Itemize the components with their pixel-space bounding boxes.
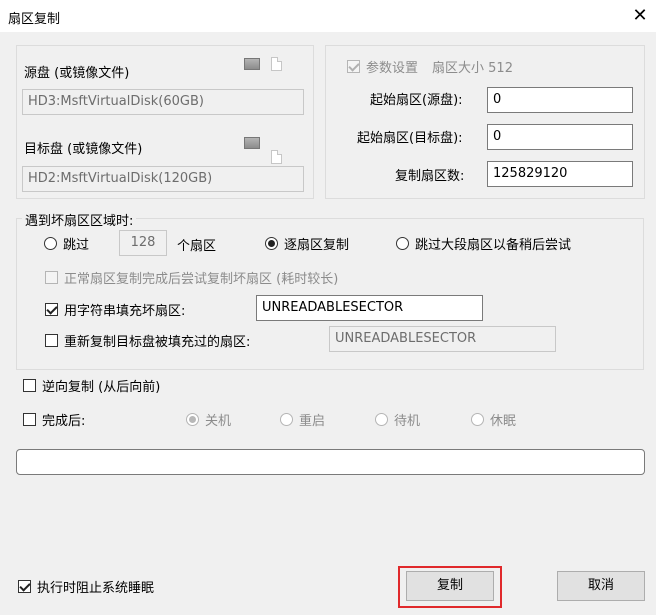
params-checkbox-row[interactable]: 参数设置 扇区大小 512	[347, 57, 513, 76]
skip-large-radio[interactable]	[396, 237, 409, 250]
recopy-label: 重新复制目标盘被填充过的扇区:	[64, 335, 251, 350]
skip-unit-label: 个扇区	[177, 239, 217, 254]
fill-input[interactable]: UNREADABLESECTOR	[256, 295, 483, 321]
reverse-label: 逆向复制 (从后向前)	[42, 380, 161, 395]
skip-large-label: 跳过大段扇区以备稍后尝试	[415, 238, 572, 253]
start-source-input[interactable]: 0	[487, 87, 633, 113]
reverse-checkbox-row[interactable]: 逆向复制 (从后向前)	[23, 376, 160, 395]
restart-label: 重启	[299, 414, 326, 429]
skip-count-input[interactable]: 128	[119, 230, 167, 256]
bad-sector-group-label: 遇到坏扇区区域时:	[22, 210, 137, 229]
skip-label: 跳过	[63, 238, 90, 253]
skip-radio-row[interactable]: 跳过	[44, 234, 89, 253]
close-icon[interactable]: ✕	[628, 4, 652, 28]
after-checkbox-row[interactable]: 完成后:	[23, 410, 85, 429]
source-field[interactable]: HD3:MsftVirtualDisk(60GB)	[22, 89, 304, 115]
target-label: 目标盘 (或镜像文件)	[24, 142, 143, 157]
skip-radio[interactable]	[44, 237, 57, 250]
sector-by-sector-radio-row[interactable]: 逐扇区复制	[265, 234, 349, 253]
progress-bar	[16, 449, 645, 475]
disk-icon[interactable]	[244, 137, 260, 149]
standby-label: 待机	[394, 414, 421, 429]
start-source-label: 起始扇区(源盘):	[370, 93, 463, 108]
params-checkbox-label: 参数设置	[366, 61, 419, 76]
title-bar	[0, 0, 656, 32]
start-target-input[interactable]: 0	[487, 124, 633, 150]
start-target-label: 起始扇区(目标盘):	[357, 131, 463, 146]
window-title: 扇区复制	[8, 12, 61, 27]
source-label: 源盘 (或镜像文件)	[24, 66, 130, 81]
sector-by-sector-radio[interactable]	[265, 237, 278, 250]
prevent-sleep-checkbox[interactable]	[18, 580, 31, 593]
sector-by-sector-label: 逐扇区复制	[284, 238, 350, 253]
file-icon[interactable]	[271, 57, 282, 71]
recopy-checkbox[interactable]	[45, 334, 58, 347]
params-checkbox[interactable]	[347, 60, 360, 73]
cancel-button[interactable]: 取消	[557, 571, 645, 601]
reverse-checkbox[interactable]	[23, 379, 36, 392]
after-option-restart[interactable]: 重启	[280, 410, 325, 429]
fill-checkbox[interactable]	[45, 303, 58, 316]
target-field[interactable]: HD2:MsftVirtualDisk(120GB)	[22, 166, 304, 192]
sector-size-label: 扇区大小 512	[432, 61, 513, 76]
disk-icon[interactable]	[244, 58, 260, 70]
retry-checkbox[interactable]	[45, 271, 58, 284]
hibernate-label: 休眠	[490, 414, 517, 429]
recopy-input[interactable]: UNREADABLESECTOR	[329, 326, 556, 352]
count-label: 复制扇区数:	[395, 169, 465, 184]
shutdown-radio[interactable]	[186, 413, 199, 426]
fill-label: 用字符串填充坏扇区:	[64, 304, 186, 319]
after-label: 完成后:	[42, 414, 86, 429]
standby-radio[interactable]	[375, 413, 388, 426]
skip-large-radio-row[interactable]: 跳过大段扇区以备稍后尝试	[396, 234, 571, 253]
hibernate-radio[interactable]	[471, 413, 484, 426]
retry-checkbox-row[interactable]: 正常扇区复制完成后尝试复制坏扇区 (耗时较长)	[45, 268, 338, 287]
recopy-checkbox-row[interactable]: 重新复制目标盘被填充过的扇区:	[45, 331, 250, 350]
prevent-sleep-checkbox-row[interactable]: 执行时阻止系统睡眠	[18, 577, 154, 596]
copy-button[interactable]: 复制	[406, 571, 494, 601]
after-checkbox[interactable]	[23, 413, 36, 426]
file-icon[interactable]	[271, 150, 282, 164]
after-option-hibernate[interactable]: 休眠	[471, 410, 516, 429]
shutdown-label: 关机	[205, 414, 232, 429]
fill-checkbox-row[interactable]: 用字符串填充坏扇区:	[45, 300, 185, 319]
restart-radio[interactable]	[280, 413, 293, 426]
after-option-standby[interactable]: 待机	[375, 410, 420, 429]
count-input[interactable]: 125829120	[487, 161, 633, 187]
retry-label: 正常扇区复制完成后尝试复制坏扇区 (耗时较长)	[64, 272, 339, 287]
after-option-shutdown[interactable]: 关机	[186, 410, 231, 429]
prevent-sleep-label: 执行时阻止系统睡眠	[37, 581, 155, 596]
